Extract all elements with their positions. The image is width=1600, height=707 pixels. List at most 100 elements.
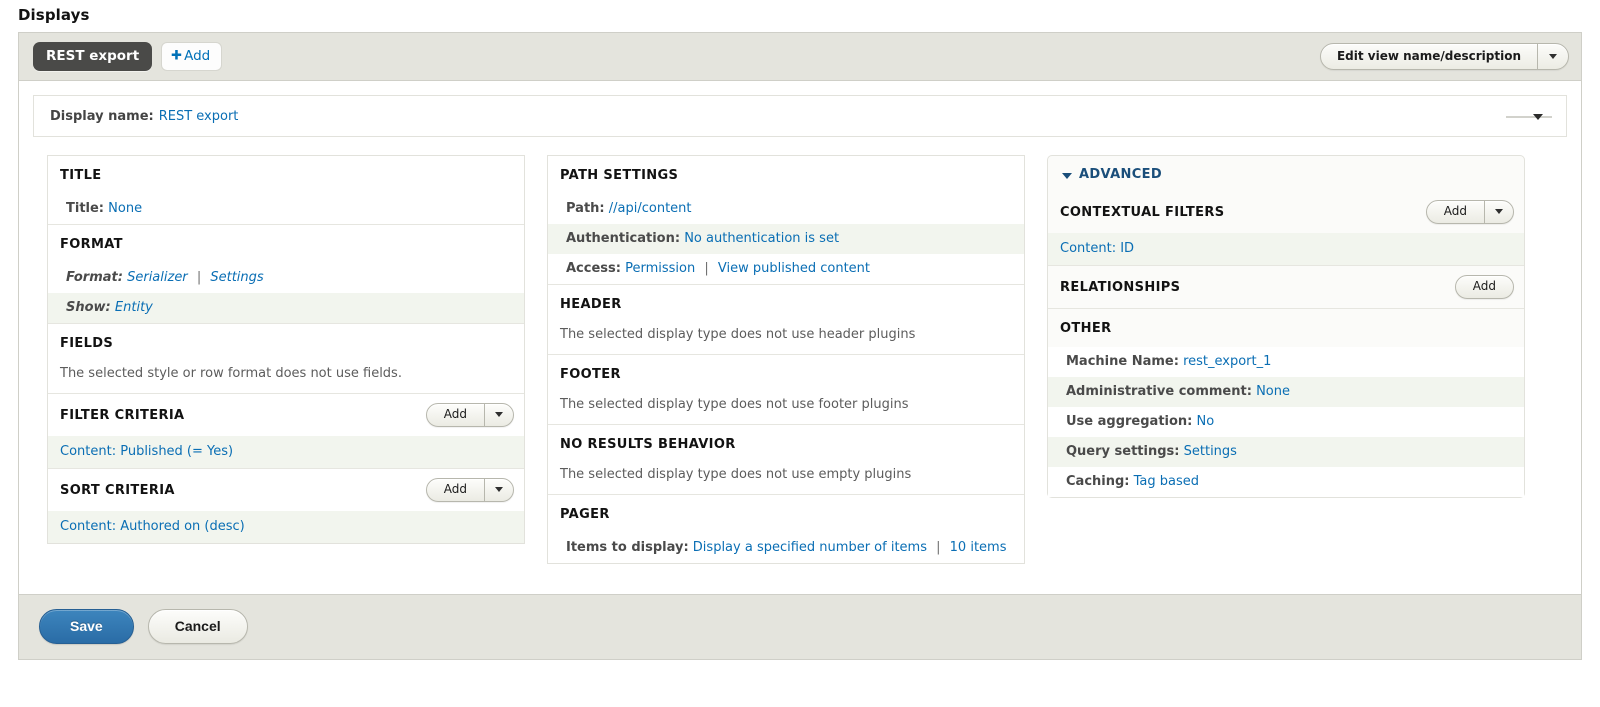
row-key: Caching: xyxy=(1066,474,1130,489)
cancel-button[interactable]: Cancel xyxy=(147,609,248,644)
row-key: Access: xyxy=(566,261,621,276)
row-caching: Caching: Tag based xyxy=(1048,467,1524,497)
add-label: Add xyxy=(443,482,467,496)
advanced-panel: ADVANCED CONTEXTUAL FILTERS Add Content:… xyxy=(1047,155,1525,498)
row-key: Path: xyxy=(566,201,605,216)
save-button[interactable]: Save xyxy=(39,609,134,644)
row-value-link[interactable]: Permission xyxy=(625,261,695,276)
bucket-header-format: FORMAT xyxy=(48,225,524,263)
display-tabs-bar: REST export ✚ Add Edit view name/descrip… xyxy=(19,33,1581,81)
bucket-heading: CONTEXTUAL FILTERS xyxy=(1060,204,1225,220)
bucket-actions: Add xyxy=(425,403,514,427)
row-value-link[interactable]: Entity xyxy=(115,300,153,315)
no-results-empty-note: The selected display type does not use e… xyxy=(560,467,912,482)
row-title: Title: None xyxy=(48,194,524,224)
bucket-header: HEADER The selected display type does no… xyxy=(548,284,1024,354)
row-key: Title: xyxy=(66,201,105,216)
header-empty-note: The selected display type does not use h… xyxy=(560,327,916,342)
add-label: Add xyxy=(1472,279,1496,293)
row-filter-published: Content: Published (= Yes) xyxy=(48,436,524,468)
chevron-down-icon xyxy=(1549,53,1557,59)
row-administrative-comment: Administrative comment: None xyxy=(1048,377,1524,407)
bucket-header-header: HEADER xyxy=(548,285,1024,323)
row-value-link[interactable]: None xyxy=(1256,384,1290,399)
chevron-down-icon xyxy=(495,412,503,417)
row-value-link[interactable]: rest_export_1 xyxy=(1183,354,1271,369)
bucket-heading: OTHER xyxy=(1060,320,1112,336)
bucket-actions: Add xyxy=(1454,275,1514,299)
row-value-link-secondary[interactable]: 10 items xyxy=(950,540,1007,555)
row-key: Format: xyxy=(66,270,123,285)
chevron-down-icon xyxy=(1495,209,1503,214)
row-value-link[interactable]: Serializer xyxy=(127,270,188,285)
bucket-header-other: OTHER xyxy=(1048,309,1524,347)
bucket-heading: PATH SETTINGS xyxy=(560,167,679,183)
row-key: Authentication: xyxy=(566,231,681,246)
row-sort-authored-on: Content: Authored on (desc) xyxy=(48,511,524,543)
bucket-actions: Add xyxy=(1425,200,1514,224)
row-value-link[interactable]: Content: Authored on (desc) xyxy=(60,519,245,534)
display-columns: TITLE Title: None FORMAT Format: Seriali… xyxy=(33,137,1567,594)
row-value-link[interactable]: Content: ID xyxy=(1060,241,1134,256)
add-display-button[interactable]: ✚ Add xyxy=(161,42,223,71)
left-panel: TITLE Title: None FORMAT Format: Seriali… xyxy=(47,155,525,544)
row-items-to-display: Items to display: Display a specified nu… xyxy=(548,533,1024,563)
bucket-format: FORMAT Format: Serializer | Settings Sho… xyxy=(48,224,524,323)
add-display-label: Add xyxy=(184,48,211,64)
add-sort-criteria-button[interactable]: Add xyxy=(425,478,514,502)
row-value-link[interactable]: Settings xyxy=(1184,444,1237,459)
plus-icon: ✚ xyxy=(171,48,183,63)
bucket-fields: FIELDS The selected style or row format … xyxy=(48,323,524,393)
add-filter-criteria-button[interactable]: Add xyxy=(425,403,514,427)
row-value-link[interactable]: None xyxy=(108,201,142,216)
view-actions: Edit view name/description xyxy=(1319,43,1569,70)
display-settings-collapse-handle[interactable] xyxy=(1506,113,1552,120)
views-edit-frame: REST export ✚ Add Edit view name/descrip… xyxy=(18,32,1582,660)
display-body: Display name: REST export TITLE Title: N… xyxy=(19,81,1581,594)
row-separator: | xyxy=(936,540,941,555)
bucket-heading: FIELDS xyxy=(60,335,114,351)
bucket-heading: HEADER xyxy=(560,296,622,312)
bucket-heading: TITLE xyxy=(60,167,102,183)
bucket-header-no-results: NO RESULTS BEHAVIOR xyxy=(548,425,1024,463)
bucket-other: OTHER Machine Name: rest_export_1 Admini… xyxy=(1048,308,1524,497)
advanced-toggle[interactable]: ADVANCED xyxy=(1048,156,1524,191)
row-value-link[interactable]: Content: Published (= Yes) xyxy=(60,444,233,459)
middle-panel: PATH SETTINGS Path: //api/content Authen… xyxy=(547,155,1025,564)
bucket-sort-criteria: SORT CRITERIA Add Content: Authored on (… xyxy=(48,468,524,543)
add-sort-dropdown-toggle[interactable] xyxy=(484,479,513,501)
add-filter-dropdown-toggle[interactable] xyxy=(484,404,513,426)
edit-view-dropdown-toggle[interactable] xyxy=(1537,44,1568,69)
bucket-heading: FOOTER xyxy=(560,366,621,382)
row-value-link[interactable]: No authentication is set xyxy=(684,231,839,246)
add-contextual-filter-dropdown-toggle[interactable] xyxy=(1484,201,1513,223)
add-contextual-filter-button[interactable]: Add xyxy=(1425,200,1514,224)
edit-view-name-description-button[interactable]: Edit view name/description xyxy=(1319,43,1569,70)
advanced-label: ADVANCED xyxy=(1079,167,1162,182)
footer-empty-note: The selected display type does not use f… xyxy=(560,397,909,412)
row-value-link[interactable]: Display a specified number of items xyxy=(693,540,927,555)
row-show: Show: Entity xyxy=(48,293,524,323)
row-value-link-secondary[interactable]: Settings xyxy=(210,270,263,285)
row-value-link[interactable]: No xyxy=(1197,414,1215,429)
row-value-link-secondary[interactable]: View published content xyxy=(718,261,870,276)
row-value-link[interactable]: Tag based xyxy=(1134,474,1199,489)
row-access: Access: Permission | View published cont… xyxy=(548,254,1024,284)
row-format: Format: Serializer | Settings xyxy=(48,263,524,293)
bucket-no-results-behavior: NO RESULTS BEHAVIOR The selected display… xyxy=(548,424,1024,494)
row-key: Items to display: xyxy=(566,540,689,555)
chevron-down-icon xyxy=(495,487,503,492)
display-tab-rest-export[interactable]: REST export xyxy=(33,42,153,71)
row-query-settings: Query settings: Settings xyxy=(1048,437,1524,467)
column-right: ADVANCED CONTEXTUAL FILTERS Add Content:… xyxy=(1047,155,1525,498)
bucket-relationships: RELATIONSHIPS Add xyxy=(1048,265,1524,308)
row-value-link[interactable]: //api/content xyxy=(609,201,692,216)
add-label: Add xyxy=(1443,204,1467,218)
page-heading: Displays xyxy=(18,6,90,24)
display-name-label: Display name: xyxy=(50,108,154,124)
add-relationship-button[interactable]: Add xyxy=(1454,275,1514,299)
bucket-header-filter-criteria: FILTER CRITERIA Add xyxy=(48,394,524,436)
display-name-value[interactable]: REST export xyxy=(159,109,239,124)
row-key: Administrative comment: xyxy=(1066,384,1252,399)
collapse-triangle-icon xyxy=(1533,114,1543,120)
